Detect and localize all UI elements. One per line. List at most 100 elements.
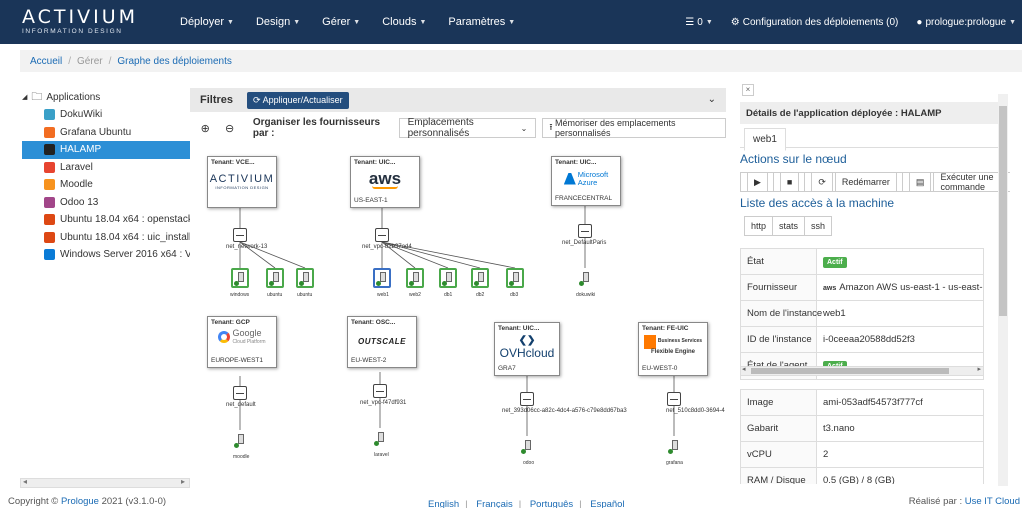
- vm-node[interactable]: [371, 428, 389, 448]
- zoom-in-button[interactable]: ⊕: [196, 118, 214, 138]
- chevron-down-icon[interactable]: ⌄: [708, 94, 716, 105]
- config-deployments-button[interactable]: ⚙ Configuration des déploiements (0): [731, 17, 899, 28]
- app-icon: [44, 196, 55, 208]
- tree-item[interactable]: Ubuntu 18.04 x64 : uic_install: [22, 229, 190, 247]
- tree-item[interactable]: DokuWiki: [22, 106, 190, 124]
- menu-design[interactable]: Design ▼: [256, 16, 300, 28]
- caret-down-icon: ▼: [705, 18, 713, 26]
- tree-item[interactable]: Windows Server 2016 x64 : Vee: [22, 246, 190, 264]
- tenant-flexible-engine[interactable]: Tenant: FE-UIC Business Services Flexible…: [638, 322, 708, 376]
- tenant-vce[interactable]: Tenant: VCE... ACTIVIUM INFORMATION DESIG…: [207, 156, 277, 208]
- zoom-in-icon: ⊕: [200, 122, 210, 135]
- vm-node[interactable]: [296, 268, 314, 288]
- stop-button[interactable]: ■: [772, 172, 806, 192]
- network-node[interactable]: [373, 384, 387, 398]
- network-node[interactable]: [578, 224, 592, 238]
- menu-deployer[interactable]: Déployer ▼: [180, 16, 234, 28]
- scroll-right-icon[interactable]: ▸: [181, 477, 185, 486]
- table-row: ID de l'instance i-0ceeaa20588dd52f3: [741, 327, 983, 353]
- lang-portugues[interactable]: Português: [530, 499, 573, 508]
- collapse-triangle-icon[interactable]: ◢: [22, 93, 27, 101]
- apply-refresh-button[interactable]: ⟳ Appliquer/Actualiser: [247, 91, 349, 109]
- tree-item[interactable]: Odoo 13: [22, 194, 190, 212]
- access-ssh-button[interactable]: ssh: [804, 216, 833, 236]
- copyright: Copyright © Prologue 2021 (v3.1.0-0): [8, 496, 167, 507]
- tab-web1[interactable]: web1: [744, 128, 786, 151]
- caret-down-icon: ▼: [293, 18, 301, 26]
- organize-select[interactable]: Emplacements personnalisés ⌄: [398, 117, 537, 139]
- vm-node[interactable]: [266, 268, 284, 288]
- tree-item[interactable]: HALAMP: [22, 141, 190, 159]
- menu-clouds[interactable]: Clouds ▼: [382, 16, 426, 28]
- machine-table: Image ami-053adf54573f777cf Gabarit t3.nano…: [740, 389, 984, 484]
- restart-button[interactable]: ⟳ Redémarrer: [804, 172, 903, 192]
- details-tabs: web1: [740, 124, 1002, 151]
- network-node[interactable]: [233, 386, 247, 400]
- refresh-icon: ⟳: [253, 94, 261, 105]
- app-icon: [44, 249, 55, 261]
- tenant-aws[interactable]: Tenant: UIC... aws US-EAST-1: [350, 156, 420, 208]
- lang-francais[interactable]: Français: [476, 499, 512, 508]
- access-title: Liste des accès à la machine: [740, 196, 895, 210]
- lang-espanol[interactable]: Español: [590, 499, 624, 508]
- lang-english[interactable]: English: [428, 499, 459, 508]
- network-node[interactable]: [233, 228, 247, 242]
- brand-logo[interactable]: ACTIVIUM INFORMATION DESIGN: [0, 8, 170, 36]
- network-node[interactable]: [520, 392, 534, 406]
- table-row: Gabarit t3.nano: [741, 416, 983, 442]
- prologue-link[interactable]: Prologue: [61, 496, 99, 507]
- tenant-ovh[interactable]: Tenant: UIC... ❮❯ OVHcloud GRA7: [494, 322, 560, 376]
- menu-gerer[interactable]: Gérer ▼: [322, 16, 360, 28]
- menu-parametres[interactable]: Paramètres ▼: [448, 16, 515, 28]
- memorize-locations-button[interactable]: ⭱ Mémoriser des emplacements personnalis…: [542, 118, 726, 138]
- vm-node[interactable]: [471, 268, 489, 288]
- notifications-button[interactable]: ☰ 0 ▼: [685, 17, 712, 28]
- vm-node[interactable]: [406, 268, 424, 288]
- vm-node[interactable]: [518, 436, 536, 456]
- access-http-button[interactable]: http: [744, 216, 774, 236]
- tree-root[interactable]: ◢ 🗀 Applications: [22, 88, 190, 106]
- stop-icon: ■: [779, 172, 800, 192]
- close-icon[interactable]: ×: [742, 84, 754, 96]
- tree-horizontal-scrollbar[interactable]: ◂ ▸: [20, 477, 190, 488]
- table-row: État Actif: [741, 249, 983, 275]
- play-button[interactable]: ▶: [740, 172, 774, 192]
- zoom-out-button[interactable]: ⊖: [220, 118, 238, 138]
- exec-command-button[interactable]: ▤ Exécuter une commande: [901, 172, 1010, 192]
- breadcrumb-home[interactable]: Accueil: [30, 56, 62, 67]
- tenant-azure[interactable]: Tenant: UIC... Microsoft Azure FRANCECENT…: [551, 156, 621, 206]
- tree-item[interactable]: Laravel: [22, 159, 190, 177]
- tree-item[interactable]: Grafana Ubuntu: [22, 124, 190, 142]
- tree-item[interactable]: Moodle: [22, 176, 190, 194]
- vm-node[interactable]: [231, 268, 249, 288]
- vm-node[interactable]: [231, 430, 249, 450]
- vm-node[interactable]: [439, 268, 457, 288]
- outscale-logo: OUTSCALE: [358, 337, 406, 346]
- tree-item[interactable]: Ubuntu 18.04 x64 : openstack: [22, 211, 190, 229]
- network-node[interactable]: [375, 228, 389, 242]
- folder-icon: 🗀: [31, 90, 43, 103]
- network-node[interactable]: [667, 392, 681, 406]
- vm-node-selected[interactable]: [373, 268, 391, 288]
- list-icon: ☰: [685, 16, 695, 28]
- tenant-outscale[interactable]: Tenant: OSC... OUTSCALE EU-WEST-2: [347, 316, 417, 368]
- table-horizontal-scrollbar[interactable]: ◂ ▸: [740, 366, 984, 376]
- scroll-left-icon[interactable]: ◂: [23, 477, 27, 486]
- use-it-cloud-link[interactable]: Use IT Cloud: [965, 496, 1020, 507]
- footer: Copyright © Prologue 2021 (v3.1.0-0) Eng…: [0, 496, 1022, 508]
- scroll-right-icon[interactable]: ▸: [977, 365, 981, 373]
- deployment-graph[interactable]: Tenant: VCE... ACTIVIUM INFORMATION DESIG…: [190, 144, 726, 472]
- cell-value: web1: [823, 308, 846, 319]
- vm-node[interactable]: [665, 436, 683, 456]
- main-menu: Déployer ▼ Design ▼ Gérer ▼ Clouds ▼ Paramèt…: [180, 16, 537, 28]
- panel-vertical-scrollbar[interactable]: [998, 94, 1008, 486]
- vm-node[interactable]: [506, 268, 524, 288]
- vm-node[interactable]: [576, 268, 594, 288]
- breadcrumb-gerer[interactable]: Gérer: [77, 56, 103, 67]
- access-stats-button[interactable]: stats: [772, 216, 806, 236]
- user-menu[interactable]: ● prologue:prologue ▼: [916, 17, 1016, 28]
- app-icon: [44, 126, 55, 138]
- tenant-gcp[interactable]: Tenant: GCP Google Cloud Platform EUROPE-…: [207, 316, 277, 368]
- scroll-left-icon[interactable]: ◂: [742, 365, 746, 373]
- refresh-icon: ⟳: [811, 172, 833, 192]
